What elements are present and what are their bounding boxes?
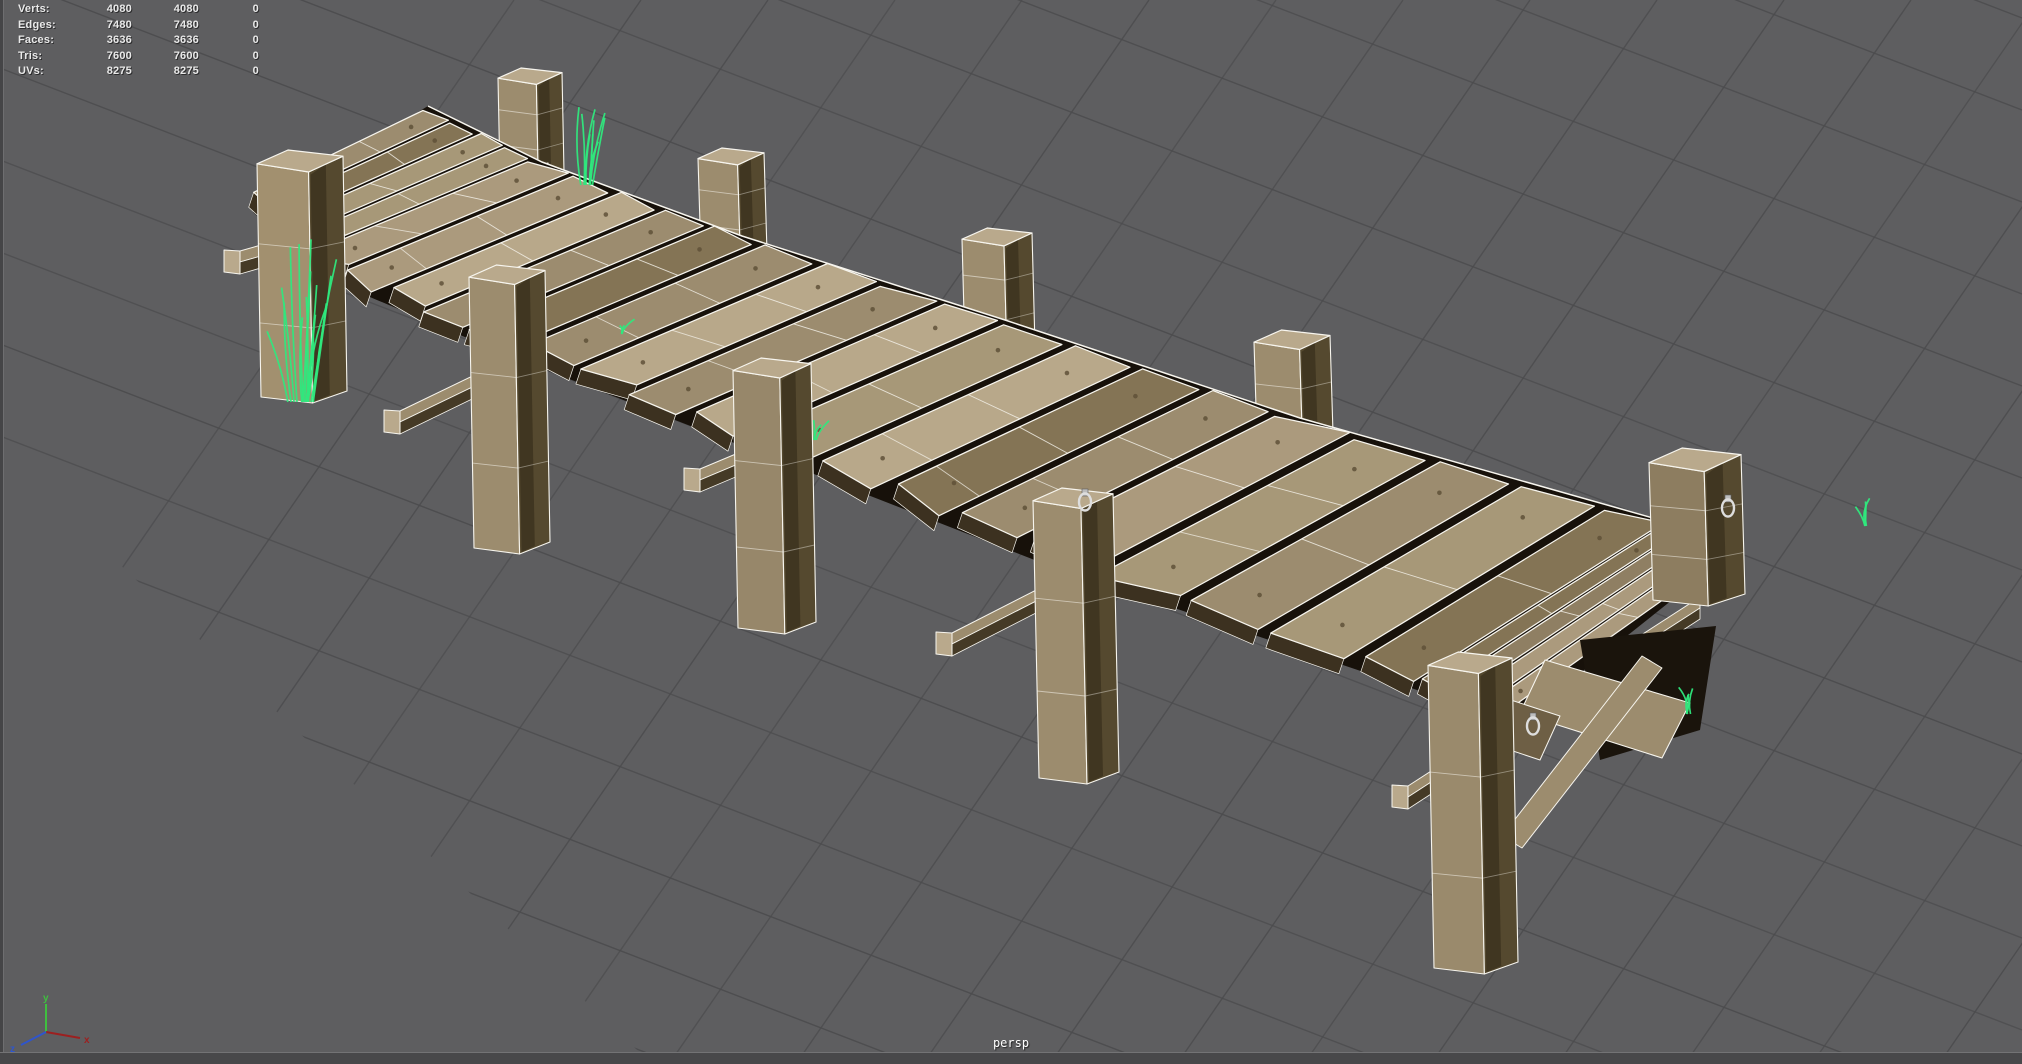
- hud-label-edges: Edges:: [18, 18, 56, 31]
- hud-verts-visible: 4080: [173, 3, 199, 15]
- hud-label-uvs: UVs:: [18, 65, 44, 77]
- hud-edges-selected: 0: [252, 18, 259, 31]
- hud-tris-visible: 7600: [173, 49, 199, 62]
- hud-edges-total: 7480: [106, 18, 132, 31]
- hud-verts-selected: 0: [252, 3, 259, 15]
- panel-bottom-border: [0, 1052, 2022, 1064]
- viewport-3d-scene[interactable]: [0, 0, 2022, 1064]
- hud-label-faces: Faces:: [18, 34, 55, 46]
- hud-verts-total: 4080: [106, 3, 132, 15]
- maya-perspective-viewport[interactable]: Verts: 4080 4080 0 Edges: 7480 7480 0 Fa…: [0, 0, 2022, 1064]
- hud-row-edges: Edges: 7480 7480 0: [0, 18, 259, 34]
- hud-row-uvs: UVs: 8275 8275 0: [0, 64, 259, 80]
- axis-x-line: [45, 1031, 81, 1039]
- axis-y-label: y: [43, 993, 49, 1004]
- axis-x-label: x: [84, 1035, 90, 1046]
- hud-tris-total: 7600: [106, 49, 132, 62]
- hud-row-verts: Verts: 4080 4080 0: [0, 2, 259, 18]
- panel-left-border: [0, 0, 4, 1064]
- hud-uvs-visible: 8275: [173, 65, 199, 77]
- hud-faces-visible: 3636: [173, 34, 199, 46]
- poly-count-hud: Verts: 4080 4080 0 Edges: 7480 7480 0 Fa…: [0, 2, 259, 80]
- hud-faces-selected: 0: [252, 34, 259, 46]
- hud-row-faces: Faces: 3636 3636 0: [0, 33, 259, 49]
- view-axis-gizmo: y x z: [10, 993, 90, 1055]
- hud-uvs-selected: 0: [252, 65, 259, 77]
- camera-name-label: persp: [992, 1036, 1030, 1050]
- hud-edges-visible: 7480: [173, 18, 199, 31]
- hud-row-tris: Tris: 7600 7600 0: [0, 49, 259, 65]
- hud-label-tris: Tris:: [18, 49, 43, 62]
- hud-faces-total: 3636: [106, 34, 132, 46]
- hud-tris-selected: 0: [252, 49, 259, 62]
- axis-z-line: [20, 1031, 47, 1046]
- hud-uvs-total: 8275: [106, 65, 132, 77]
- hud-label-verts: Verts:: [18, 3, 50, 15]
